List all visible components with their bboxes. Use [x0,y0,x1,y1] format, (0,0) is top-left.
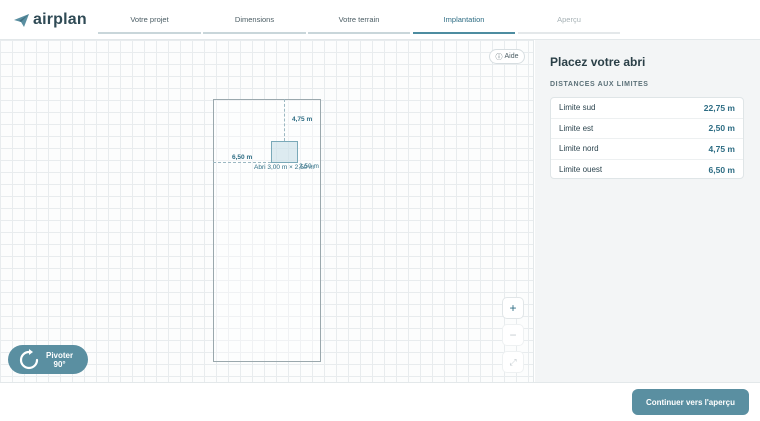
distance-row-nord: Limite nord 4,75 m [551,139,743,160]
panel-subtitle: DISTANCES AUX LIMITES [550,81,649,88]
terrain-outline [213,99,321,362]
top-header: airplan Votre projet Dimensions Votre te… [0,0,760,40]
step-implantation[interactable]: Implantation [413,0,515,34]
help-label: Aide [504,53,519,60]
step-label: Votre projet [130,15,169,24]
step-votre-projet[interactable]: Votre projet [98,0,201,34]
distance-name: Limite sud [559,103,596,113]
continue-label: Continuer vers l'aperçu [645,397,736,407]
distance-row-ouest: Limite ouest 6,50 m [551,160,743,181]
minus-icon: − [509,328,517,342]
step-progress-bar [518,32,620,34]
rotate-text: Pivoter 90° [46,351,73,369]
footer-bar: Continuer vers l'aperçu [0,382,760,421]
placement-canvas[interactable]: ⓘ Aide 4,75 m 6,50 m Abri 3,00 m × 2,50 … [0,40,534,382]
rotate-button[interactable]: Pivoter 90° [8,345,88,374]
dimension-label-east: 2,50 m [299,163,319,170]
step-apercu[interactable]: Aperçu [518,0,620,34]
step-label: Implantation [443,15,485,24]
side-panel: Placez votre abri DISTANCES AUX LIMITES … [535,40,760,382]
zoom-out-button[interactable]: − [502,324,524,346]
dimension-label-north: 4,75 m [292,116,313,123]
step-votre-terrain[interactable]: Votre terrain [308,0,410,34]
distance-row-sud: Limite sud 22,75 m [551,98,743,119]
distance-value: 6,50 m [708,164,735,175]
step-label: Votre terrain [338,15,380,24]
rotate-label: Pivoter [46,350,74,360]
step-progress-bar [203,32,306,34]
rotate-icon [19,348,39,369]
step-dimensions[interactable]: Dimensions [203,0,306,34]
plus-icon: + [509,301,517,315]
distance-value: 2,50 m [708,123,735,134]
panel-title: Placez votre abri [550,55,646,69]
dimension-label-west: 6,50 m [232,154,253,161]
dimension-line-west [213,162,271,163]
step-label: Dimensions [234,15,275,24]
dimension-line-north [284,99,285,141]
step-progress-bar [413,32,515,34]
distance-name: Limite nord [559,144,599,154]
brand-logo[interactable]: airplan [14,11,87,29]
distance-value: 4,75 m [708,143,735,154]
step-progress-bar [98,32,201,34]
zoom-in-button[interactable]: + [502,297,524,319]
step-label: Aperçu [557,15,581,24]
continue-button[interactable]: Continuer vers l'aperçu [632,389,749,415]
expand-icon: ⤢ [509,356,517,367]
distance-name: Limite est [559,123,594,133]
distance-row-est: Limite est 2,50 m [551,119,743,139]
distance-name: Limite ouest [559,165,603,175]
rotate-angle: 90° [53,359,66,369]
distance-value: 22,75 m [703,102,735,113]
paper-plane-icon [14,13,29,27]
abri-shape[interactable] [271,141,298,163]
help-button[interactable]: ⓘ Aide [489,49,525,64]
distances-card: Limite sud 22,75 m Limite est 2,50 m Lim… [550,97,744,179]
brand-name: airplan [33,11,87,28]
info-icon: ⓘ [495,53,503,61]
fit-view-button[interactable]: ⤢ [502,351,524,373]
step-progress-bar [308,32,410,34]
